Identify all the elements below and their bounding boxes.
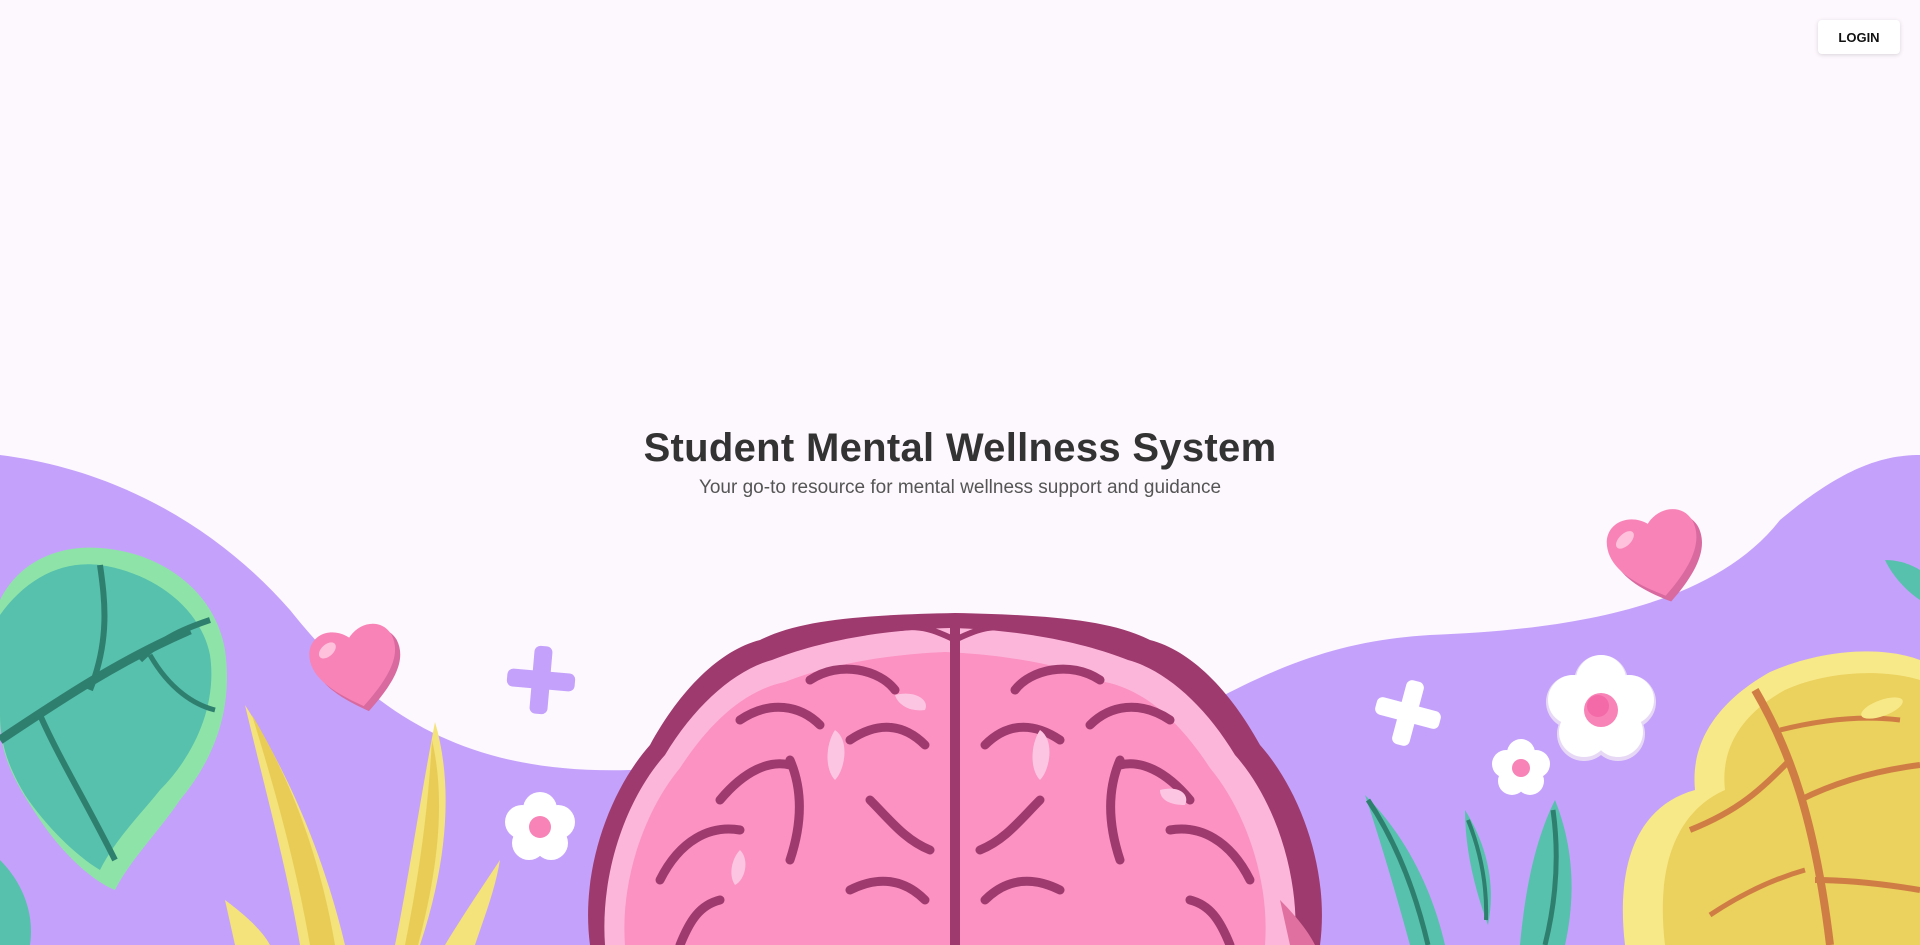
- plus-icon: [506, 645, 576, 715]
- login-button[interactable]: LOGIN: [1818, 20, 1900, 54]
- hero-text: Student Mental Wellness System Your go-t…: [0, 426, 1920, 499]
- page-title: Student Mental Wellness System: [643, 426, 1277, 470]
- landing-page: LOGIN Student Mental Wellness System You…: [0, 0, 1920, 945]
- brain-illustration: [588, 613, 1322, 945]
- page-subtitle: Your go-to resource for mental wellness …: [698, 477, 1222, 498]
